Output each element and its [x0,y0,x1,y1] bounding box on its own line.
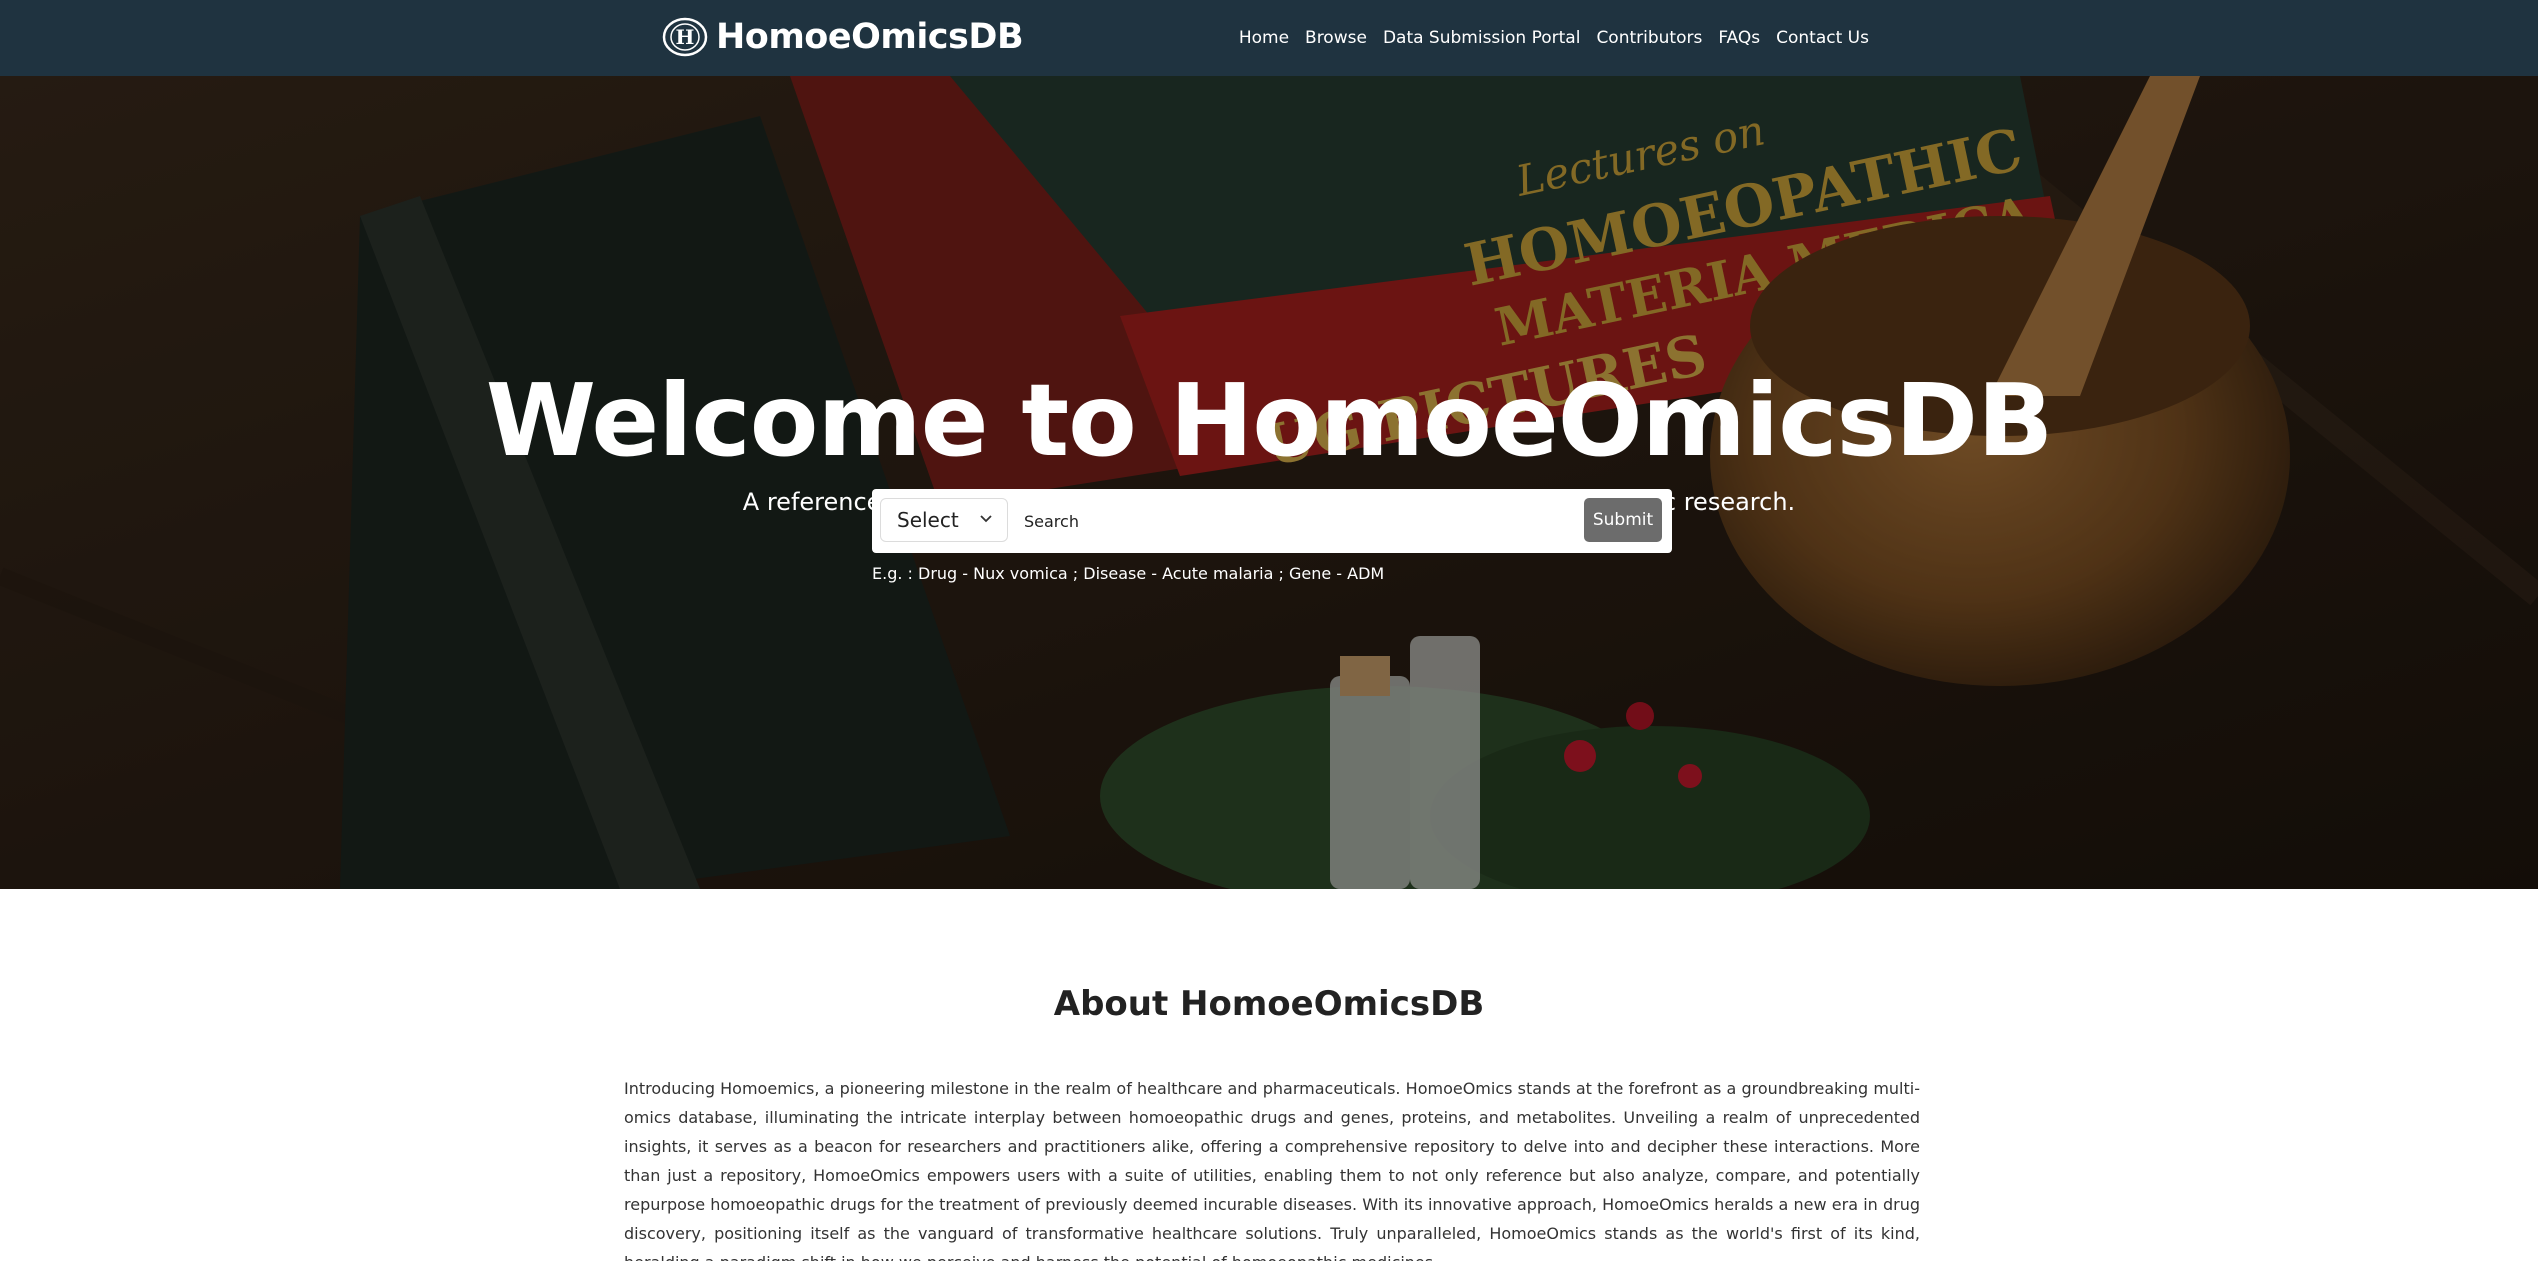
nav-contributors[interactable]: Contributors [1588,28,1710,48]
nav-browse[interactable]: Browse [1297,28,1375,48]
search-bar: Select Submit [872,489,1672,553]
brand-name: HomoeOmicsDB [716,17,1024,57]
select-value: Select [897,508,959,532]
hero-title: Welcome to HomoeOmicsDB [485,362,2054,479]
search-category-select[interactable]: Select [880,498,1008,542]
chevron-down-icon [980,515,992,523]
nav-home[interactable]: Home [1231,28,1297,48]
nav-contact-us[interactable]: Contact Us [1768,28,1877,48]
about-description: Introducing Homoemics, a pioneering mile… [624,1079,1920,1261]
hero-banner: HOMOEOPATHIC MATERIA MEDICA Lectures on … [0,76,2538,889]
nav-data-submission-portal[interactable]: Data Submission Portal [1375,28,1589,48]
hero-overlay [0,76,2538,889]
homoeomics-logo-icon: H [662,17,708,57]
top-navbar: H HomoeOmicsDB Home Browse Data Submissi… [0,0,2538,76]
about-title: About HomoeOmicsDB [1053,984,1485,1024]
nav-faqs[interactable]: FAQs [1710,28,1768,48]
submit-button[interactable]: Submit [1584,498,1662,542]
main-nav: Home Browse Data Submission Portal Contr… [1231,0,1877,76]
svg-text:H: H [676,25,695,49]
brand-home-link[interactable]: H HomoeOmicsDB [662,15,1024,59]
search-example-hint: E.g. : Drug - Nux vomica ; Disease - Acu… [872,564,1385,583]
search-input[interactable] [1024,499,1524,543]
